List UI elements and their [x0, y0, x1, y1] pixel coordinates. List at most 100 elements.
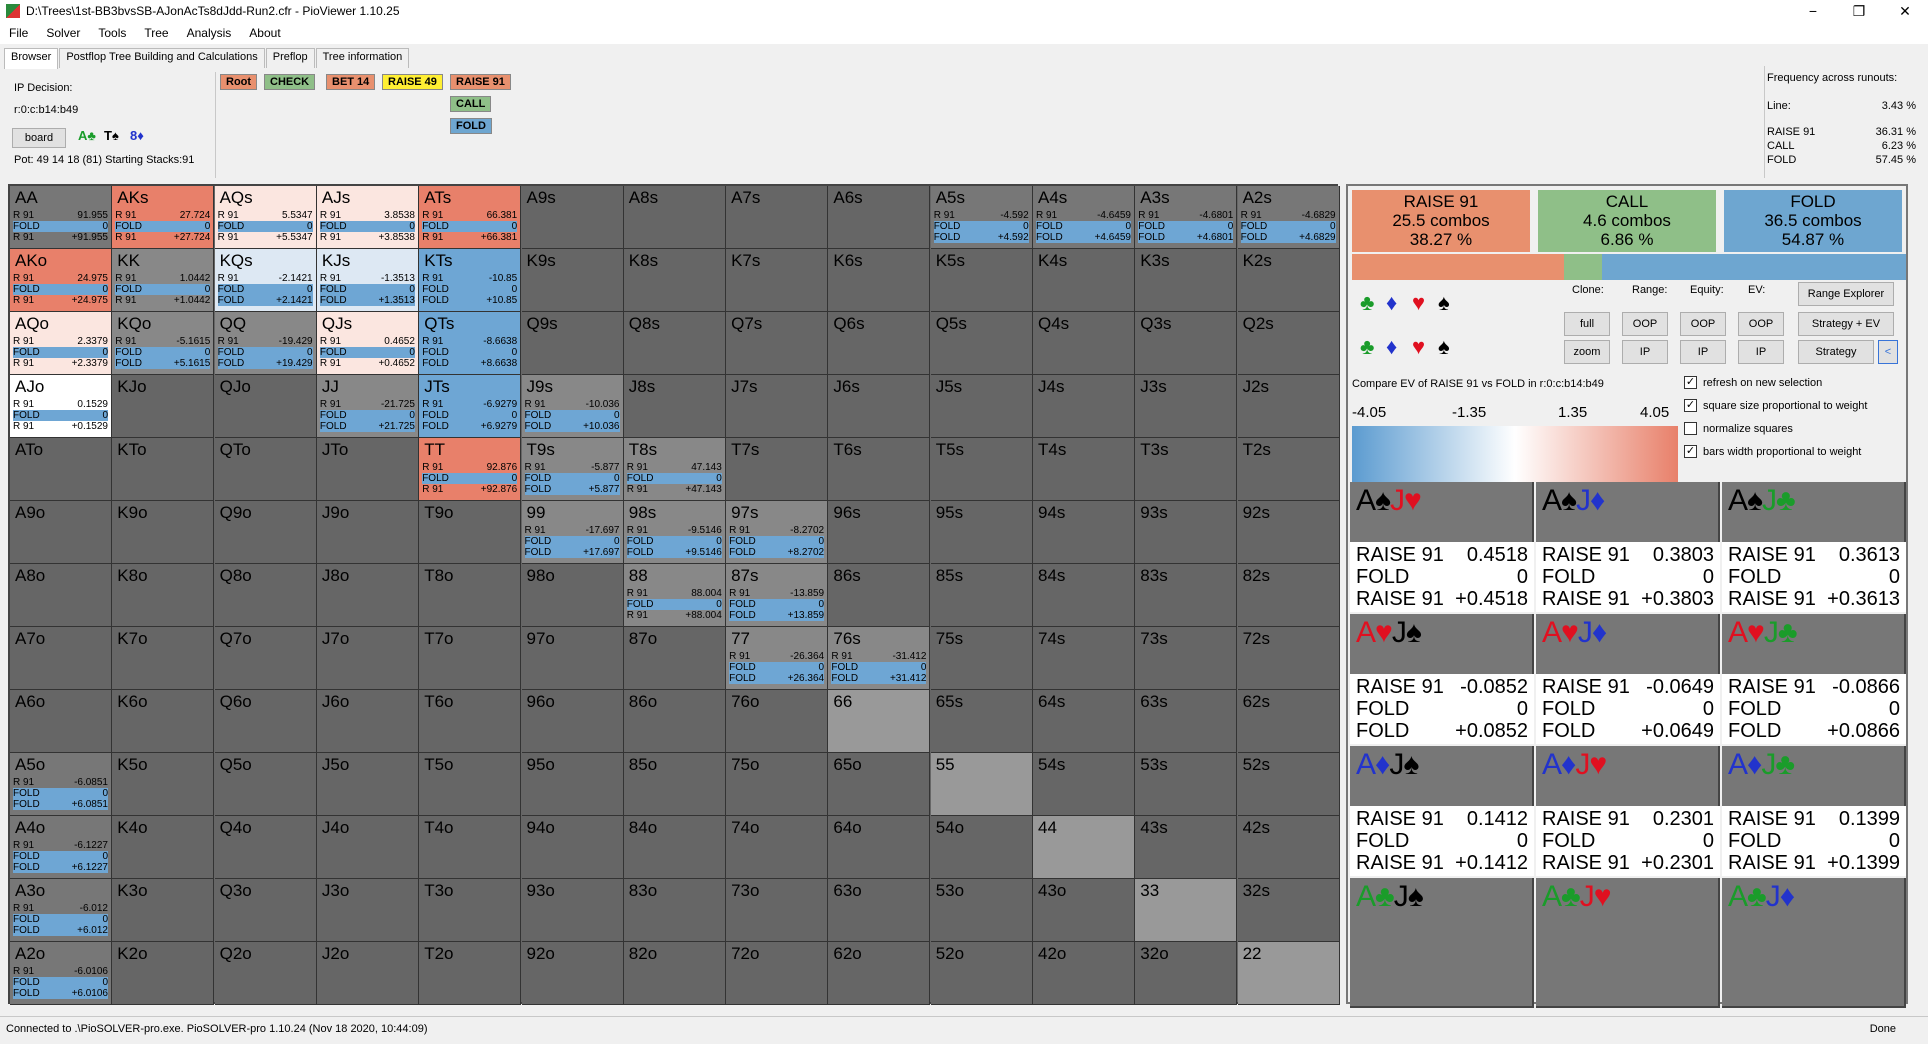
hand-cell[interactable]: 88 R 91 88.004 FOLD 0 R 91 +88.004 — [623, 564, 726, 627]
club-suit-icon[interactable]: ♣ — [1360, 290, 1374, 316]
hand-cell[interactable]: 82s — [1237, 564, 1340, 627]
close-button[interactable]: ✕ — [1882, 0, 1928, 22]
menu-tools[interactable]: Tools — [89, 26, 135, 40]
minimize-button[interactable]: − — [1790, 0, 1836, 22]
hand-cell[interactable]: AA R 91 91.955 FOLD 0 R 91 +91.955 — [10, 186, 112, 249]
hand-cell[interactable]: 44 — [1033, 816, 1135, 879]
square-size-checkbox[interactable]: ✓ square size proportional to weight — [1684, 399, 1867, 412]
hand-cell[interactable]: KQs R 91 -2.1421 FOLD 0 FOLD +2.1421 — [214, 249, 317, 312]
spade-suit-icon[interactable]: ♠ — [1438, 290, 1450, 316]
range-ip-button[interactable]: IP — [1622, 340, 1668, 364]
hand-cell[interactable]: Q9s — [521, 312, 624, 375]
hand-cell[interactable]: T8s R 91 47.143 FOLD 0 R 91 +47.143 — [623, 438, 726, 501]
hand-cell[interactable]: Q7o — [214, 627, 317, 690]
hand-cell[interactable]: Q4s — [1033, 312, 1135, 375]
hand-cell[interactable]: A5s R 91 -4.592 FOLD 0 FOLD +4.592 — [930, 186, 1033, 249]
refresh-checkbox-box[interactable]: ✓ — [1684, 376, 1697, 389]
hand-cell[interactable]: Q3s — [1135, 312, 1238, 375]
hand-cell[interactable]: K6o — [112, 690, 215, 753]
hand-cell[interactable]: 87o — [623, 627, 726, 690]
hand-cell[interactable]: J3o — [316, 879, 419, 942]
hand-cell[interactable]: Q4o — [214, 816, 317, 879]
hand-cell[interactable]: 97o — [521, 627, 624, 690]
hand-cell[interactable]: K9s — [521, 249, 624, 312]
hand-cell[interactable]: T9o — [419, 501, 522, 564]
hand-cell[interactable]: A9s — [521, 186, 624, 249]
hand-cell[interactable]: ATs R 91 66.381 FOLD 0 R 91 +66.381 — [419, 186, 522, 249]
hand-cell[interactable]: T7s — [726, 438, 829, 501]
ev-ip-button[interactable]: IP — [1738, 340, 1784, 364]
hand-cell[interactable]: K8o — [112, 564, 215, 627]
hand-cell[interactable]: J6o — [316, 690, 419, 753]
hand-cell[interactable]: 32o — [1135, 942, 1238, 1005]
hand-cell[interactable]: 97s R 91 -8.2702 FOLD 0 FOLD +8.2702 — [726, 501, 829, 564]
hand-cell[interactable]: Q6s — [828, 312, 931, 375]
hand-cell[interactable]: Q8s — [623, 312, 726, 375]
node-bet-14[interactable]: BET 14 — [326, 74, 376, 90]
hand-cell[interactable]: 83o — [623, 879, 726, 942]
hand-cell[interactable]: 52o — [930, 942, 1033, 1005]
hand-cell[interactable]: T6o — [419, 690, 522, 753]
hand-cell[interactable]: T6s — [828, 438, 931, 501]
hand-cell[interactable]: 65o — [828, 753, 931, 816]
hand-cell[interactable]: 87s R 91 -13.859 FOLD 0 FOLD +13.859 — [726, 564, 829, 627]
hand-cell[interactable]: 42o — [1033, 942, 1135, 1005]
node-root[interactable]: Root — [220, 74, 258, 90]
hand-cell[interactable]: 99 R 91 -17.697 FOLD 0 FOLD +17.697 — [521, 501, 624, 564]
hand-cell[interactable]: T9s R 91 -5.877 FOLD 0 FOLD +5.877 — [521, 438, 624, 501]
hand-cell[interactable]: 43o — [1033, 879, 1135, 942]
combo-cell[interactable]: A♥J♠ RAISE 91 -0.0852 FOLD 0 FOLD +0.0852 — [1350, 614, 1534, 744]
hand-cell[interactable]: K9o — [112, 501, 215, 564]
hand-cell[interactable]: T3s — [1135, 438, 1238, 501]
hand-cell[interactable]: K2s — [1237, 249, 1340, 312]
hand-cell[interactable]: JTs R 91 -6.9279 FOLD 0 FOLD +6.9279 — [419, 375, 522, 438]
hand-cell[interactable]: 72o — [726, 942, 829, 1005]
combo-cell[interactable]: A♦J♣ RAISE 91 0.1399 FOLD 0 RAISE 91 +0.1399 — [1722, 746, 1906, 876]
combo-cell[interactable]: A♥J♣ RAISE 91 -0.0866 FOLD 0 FOLD +0.0866 — [1722, 614, 1906, 744]
hand-cell[interactable]: 64s — [1033, 690, 1135, 753]
hand-cell[interactable]: QJs R 91 0.4652 FOLD 0 R 91 +0.4652 — [316, 312, 419, 375]
hand-cell[interactable]: 82o — [623, 942, 726, 1005]
hand-cell[interactable]: KTs R 91 -10.85 FOLD 0 FOLD +10.85 — [419, 249, 522, 312]
hand-cell[interactable]: A3s R 91 -4.6801 FOLD 0 FOLD +4.6801 — [1135, 186, 1238, 249]
hand-cell[interactable]: 95s — [930, 501, 1033, 564]
hand-cell[interactable]: AQo R 91 2.3379 FOLD 0 R 91 +2.3379 — [10, 312, 112, 375]
hand-cell[interactable]: JJ R 91 -21.725 FOLD 0 FOLD +21.725 — [316, 375, 419, 438]
hand-cell[interactable]: 95o — [521, 753, 624, 816]
collapse-button[interactable]: < — [1878, 340, 1898, 364]
hand-cell[interactable]: 94o — [521, 816, 624, 879]
hand-cell[interactable]: Q9o — [214, 501, 317, 564]
hand-cell[interactable]: A9o — [10, 501, 112, 564]
hand-cell[interactable]: QJo — [214, 375, 317, 438]
spade-suit-icon-2[interactable]: ♠ — [1438, 334, 1450, 360]
hand-cell[interactable]: 55 — [930, 753, 1033, 816]
combo-cell[interactable]: A♥J♦ RAISE 91 -0.0649 FOLD 0 FOLD +0.0649 — [1536, 614, 1720, 744]
hand-cell[interactable]: J3s — [1135, 375, 1238, 438]
strategy-button[interactable]: Strategy — [1798, 340, 1874, 364]
hand-cell[interactable]: QTs R 91 -8.6638 FOLD 0 FOLD +8.6638 — [419, 312, 522, 375]
hand-cell[interactable]: 62s — [1237, 690, 1340, 753]
tab-preflop[interactable]: Preflop — [265, 48, 315, 68]
action-call[interactable]: CALL 4.6 combos 6.86 % — [1538, 190, 1716, 252]
hand-cell[interactable]: 84s — [1033, 564, 1135, 627]
hand-cell[interactable]: K3o — [112, 879, 215, 942]
zoom-button[interactable]: zoom — [1564, 340, 1610, 364]
hand-cell[interactable]: 96o — [521, 690, 624, 753]
hand-cell[interactable]: K7s — [726, 249, 829, 312]
hand-cell[interactable]: A4o R 91 -6.1227 FOLD 0 FOLD +6.1227 — [10, 816, 112, 879]
equity-oop-button[interactable]: OOP — [1680, 312, 1726, 336]
action-raise-91[interactable]: RAISE 91 25.5 combos 38.27 % — [1352, 190, 1530, 252]
hand-cell[interactable]: 54o — [930, 816, 1033, 879]
hand-cell[interactable]: 22 — [1237, 942, 1340, 1005]
hand-cell[interactable]: T4s — [1033, 438, 1135, 501]
hand-cell[interactable]: K5s — [930, 249, 1033, 312]
menu-file[interactable]: File — [0, 26, 37, 40]
hand-cell[interactable]: Q6o — [214, 690, 317, 753]
hand-cell[interactable]: J6s — [828, 375, 931, 438]
bars-width-checkbox-box[interactable]: ✓ — [1684, 445, 1697, 458]
hand-cell[interactable]: 98s R 91 -9.5146 FOLD 0 FOLD +9.5146 — [623, 501, 726, 564]
hand-cell[interactable]: T8o — [419, 564, 522, 627]
combo-cell[interactable]: A♣J♠ — [1350, 878, 1534, 1008]
hand-cell[interactable]: QTo — [214, 438, 317, 501]
hand-cell[interactable]: 53o — [930, 879, 1033, 942]
